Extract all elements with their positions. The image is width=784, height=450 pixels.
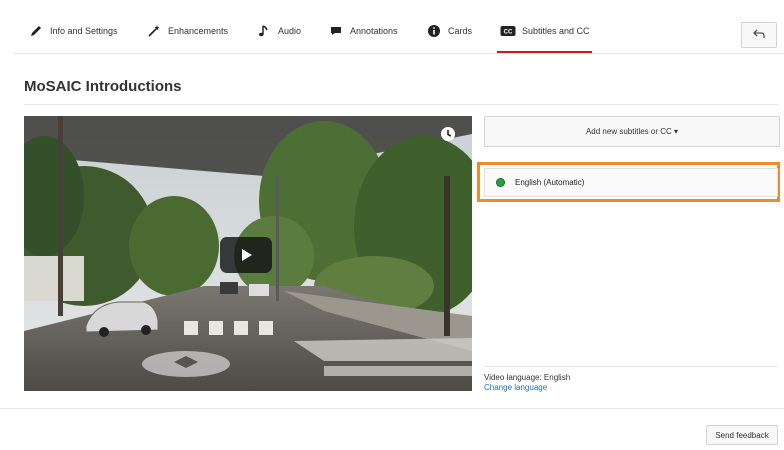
info-icon [426, 23, 442, 39]
change-language-link[interactable]: Change language [484, 383, 547, 392]
tab-annotations[interactable]: Annotations [328, 18, 398, 44]
svg-text:CC: CC [504, 30, 513, 36]
divider [0, 408, 784, 409]
add-subtitles-button[interactable]: Add new subtitles or CC ▾ [484, 116, 780, 147]
tab-label: Audio [278, 26, 302, 36]
tab-label: Subtitles and CC [522, 26, 590, 36]
page-title: MoSAIC Introductions [24, 78, 182, 95]
back-arrow-icon [753, 26, 765, 44]
tab-label: Enhancements [168, 26, 229, 36]
tab-bar: Info and Settings Enhancements Audio Ann… [0, 0, 784, 54]
play-icon[interactable] [220, 237, 272, 273]
speech-bubble-icon [328, 23, 344, 39]
clock-icon[interactable] [440, 126, 456, 142]
pencil-icon [28, 23, 44, 39]
video-player[interactable] [24, 116, 472, 391]
published-status-icon [496, 178, 505, 187]
back-button[interactable] [741, 22, 777, 48]
tab-enhancements[interactable]: Enhancements [146, 18, 228, 44]
magic-wand-icon [146, 23, 162, 39]
track-label: English (Automatic) [515, 178, 585, 187]
tab-label: Cards [448, 26, 473, 36]
tab-bar-divider [14, 53, 784, 54]
subtitle-track-english-automatic[interactable]: English (Automatic) [484, 168, 778, 197]
tab-audio[interactable]: Audio [256, 18, 301, 44]
tab-label: Annotations [350, 26, 398, 36]
send-feedback-button[interactable]: Send feedback [706, 425, 778, 445]
tab-info-and-settings[interactable]: Info and Settings [28, 18, 118, 44]
video-language-label: Video language: English [484, 373, 571, 382]
divider [484, 366, 778, 367]
divider [24, 104, 778, 105]
tab-label: Info and Settings [50, 26, 118, 36]
music-note-icon [256, 23, 272, 39]
tab-subtitles-and-cc[interactable]: CC Subtitles and CC [500, 18, 590, 44]
tab-cards[interactable]: Cards [426, 18, 472, 44]
cc-icon: CC [500, 23, 516, 39]
